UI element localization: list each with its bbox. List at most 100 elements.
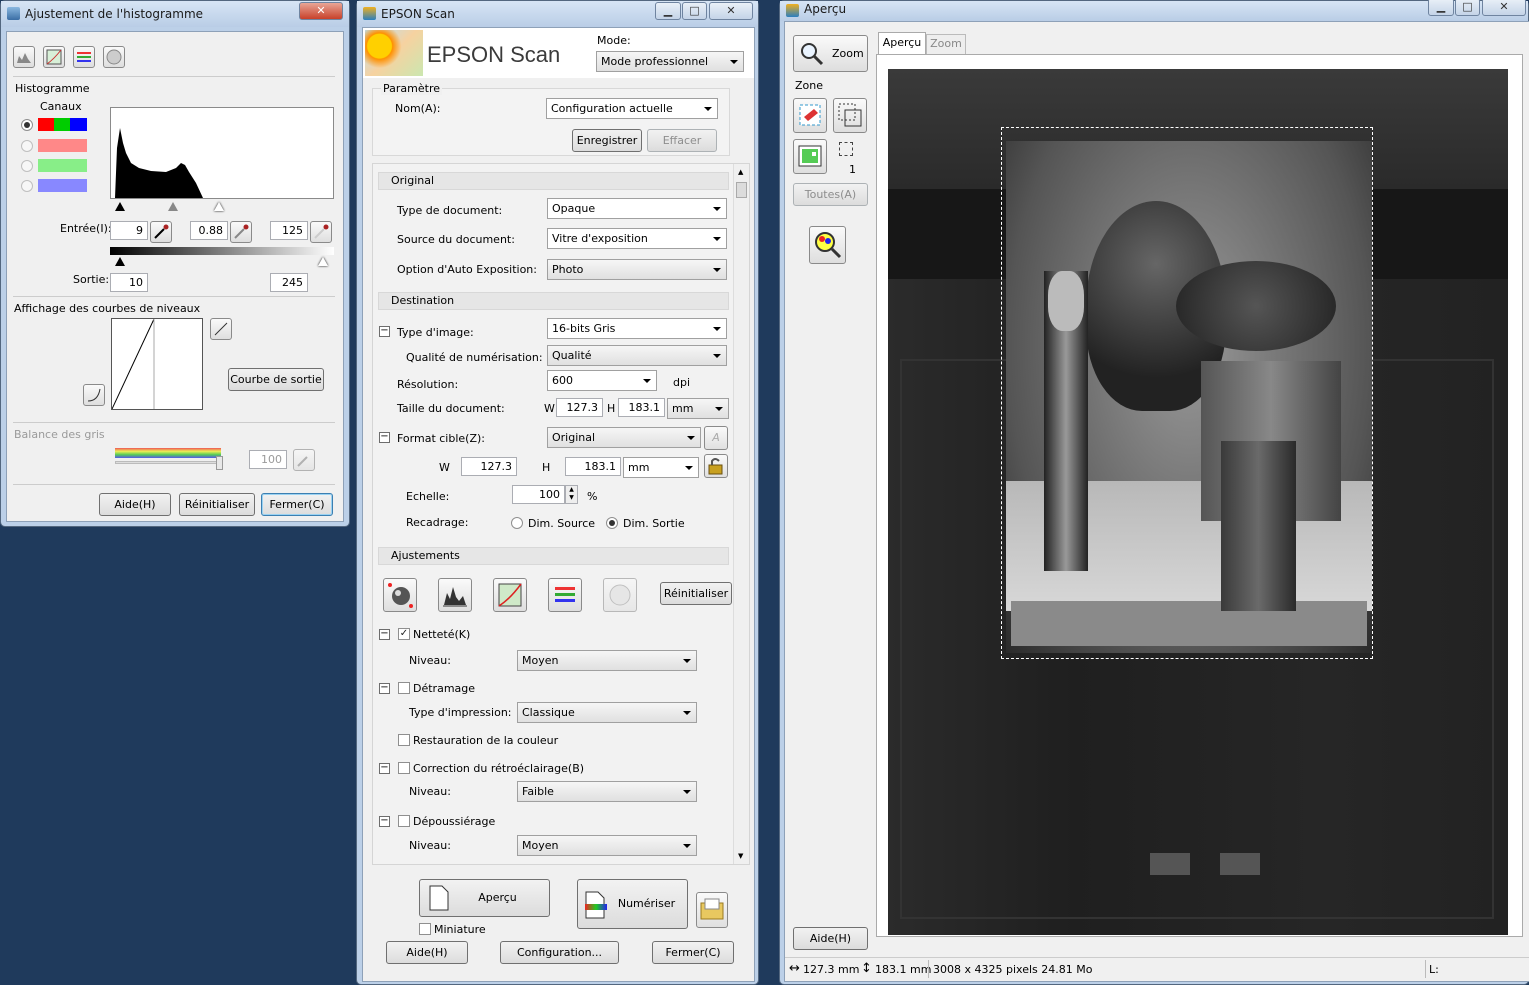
scan-quality-select[interactable]: Qualité (547, 345, 727, 366)
doc-height-field[interactable]: 183.1 (618, 398, 665, 417)
white-eyedropper-icon[interactable] (310, 221, 332, 243)
dust-level-select[interactable]: Moyen (517, 835, 697, 856)
preview-button[interactable]: Aperçu (419, 879, 550, 917)
input-gamma-field[interactable]: 0.88 (190, 221, 228, 240)
dust-removal-checkbox[interactable] (398, 815, 410, 827)
color-magnifier-icon[interactable] (809, 226, 846, 264)
configuration-button[interactable]: Configuration... (500, 941, 619, 964)
minimize-icon[interactable]: ▁ (655, 2, 681, 20)
collapse-backlight-icon[interactable]: − (379, 763, 390, 774)
backlight-checkbox[interactable] (398, 762, 410, 774)
all-zones-button[interactable]: Toutes(A) (793, 183, 868, 206)
input-white-slider[interactable] (214, 202, 224, 211)
maximize-icon[interactable]: □ (682, 2, 707, 20)
gray-eyedropper-icon[interactable] (230, 221, 252, 243)
auto-locate-icon[interactable] (793, 98, 827, 133)
collapse-target-icon[interactable]: − (379, 432, 390, 443)
color-balance-tool-icon[interactable] (73, 46, 95, 68)
trim-source-radio[interactable] (511, 517, 523, 529)
tone-correction-tool-icon[interactable] (493, 578, 527, 612)
target-unit-select[interactable]: mm (623, 457, 699, 478)
output-white-slider[interactable] (318, 257, 328, 266)
trim-output-radio[interactable] (606, 517, 618, 529)
image-type-select[interactable]: 16-bits Gris (547, 318, 727, 339)
epson-titlebar[interactable]: EPSON Scan ▁ □ ✕ (357, 1, 758, 27)
input-gamma-slider[interactable] (168, 202, 178, 211)
marquee-icon[interactable] (833, 98, 867, 133)
target-height-field[interactable]: 183.1 (565, 457, 621, 476)
collapse-descreen-icon[interactable]: − (379, 683, 390, 694)
save-settings-button[interactable]: Enregistrer (572, 129, 642, 152)
channel-rgb-radio[interactable] (21, 119, 33, 131)
collapse-dust-icon[interactable]: − (379, 816, 390, 827)
resolution-select[interactable]: 600 (547, 370, 657, 391)
linear-curve-icon[interactable] (210, 318, 232, 340)
gray-balance-field[interactable]: 100 (249, 450, 287, 469)
scan-area-marquee[interactable] (1001, 127, 1373, 659)
folder-icon[interactable] (696, 892, 728, 928)
output-curve-button[interactable]: Courbe de sortie (228, 368, 324, 391)
input-black-field[interactable]: 9 (110, 221, 148, 240)
color-restore-checkbox[interactable] (398, 734, 410, 746)
doc-type-select[interactable]: Opaque (547, 198, 727, 219)
scale-field[interactable]: 100 (512, 485, 565, 504)
help-button[interactable]: Aide(H) (793, 927, 868, 950)
channel-blue-radio[interactable] (21, 180, 33, 192)
doc-source-select[interactable]: Vitre d'exposition (547, 228, 727, 249)
thumbnail-checkbox[interactable] (419, 923, 431, 935)
tab-preview[interactable]: Aperçu (878, 32, 926, 55)
smooth-curve-icon[interactable] (83, 384, 105, 406)
image-adjust-tool-icon[interactable] (548, 578, 582, 612)
target-size-select[interactable]: Original (547, 427, 701, 448)
color-palette-tool-icon[interactable] (603, 578, 637, 612)
close-icon[interactable]: ✕ (1482, 0, 1526, 16)
channel-green-radio[interactable] (21, 160, 33, 172)
scrollbar-thumb[interactable] (736, 182, 747, 198)
help-button[interactable]: Aide(H) (386, 941, 468, 964)
auto-exposure-select[interactable]: Photo (547, 259, 727, 280)
input-white-field[interactable]: 125 (270, 221, 308, 240)
orientation-icon[interactable]: A (704, 426, 728, 450)
preview-image-icon[interactable] (793, 139, 827, 174)
help-button[interactable]: Aide(H) (99, 493, 171, 516)
close-icon[interactable]: ✕ (709, 2, 753, 20)
sharpness-level-select[interactable]: Moyen (517, 650, 697, 671)
maximize-icon[interactable]: □ (1455, 0, 1480, 16)
input-black-slider[interactable] (115, 202, 125, 211)
close-icon[interactable]: ✕ (299, 2, 343, 20)
gray-balance-slider[interactable] (216, 456, 223, 470)
collapse-sharpness-icon[interactable]: − (379, 629, 390, 640)
output-white-field[interactable]: 245 (270, 273, 308, 292)
zoom-button[interactable]: Zoom (793, 35, 868, 72)
output-black-field[interactable]: 10 (110, 273, 148, 292)
preview-titlebar[interactable]: Aperçu ▁ □ ✕ (780, 0, 1528, 21)
settings-name-select[interactable]: Configuration actuelle (546, 98, 718, 119)
close-button[interactable]: Fermer(C) (652, 941, 734, 964)
black-eyedropper-icon[interactable] (150, 221, 172, 243)
tone-curve-tool-icon[interactable] (43, 46, 65, 68)
scale-spinner[interactable]: ▲ ▼ (565, 485, 578, 504)
mode-select[interactable]: Mode professionnel (596, 51, 744, 72)
collapse-image-type-icon[interactable]: − (379, 326, 390, 337)
close-button[interactable]: Fermer(C) (261, 493, 333, 516)
vertical-scrollbar[interactable]: ▲ ▼ (733, 164, 749, 864)
channel-red-radio[interactable] (21, 140, 33, 152)
scan-button[interactable]: Numériser (577, 879, 688, 929)
sharpness-checkbox[interactable]: ✓ (398, 628, 410, 640)
lock-icon[interactable] (704, 454, 728, 478)
auto-exposure-tool-icon[interactable] (383, 578, 417, 612)
doc-size-unit-select[interactable]: mm (667, 398, 729, 419)
doc-width-field[interactable]: 127.3 (556, 398, 603, 417)
print-type-select[interactable]: Classique (517, 702, 697, 723)
descreen-checkbox[interactable] (398, 682, 410, 694)
histogram-titlebar[interactable]: Ajustement de l'histogramme ✕ (1, 1, 349, 27)
histogram-adjust-tool-icon[interactable] (438, 578, 472, 612)
delete-settings-button[interactable]: Effacer (647, 129, 717, 152)
adjustments-reset-button[interactable]: Réinitialiser (660, 582, 732, 605)
target-width-field[interactable]: 127.3 (461, 457, 517, 476)
gray-balance-eyedropper-icon[interactable] (293, 449, 315, 471)
backlight-level-select[interactable]: Faible (517, 781, 697, 802)
minimize-icon[interactable]: ▁ (1428, 0, 1454, 16)
reset-button[interactable]: Réinitialiser (179, 493, 255, 516)
tab-zoom[interactable]: Zoom (926, 34, 966, 54)
